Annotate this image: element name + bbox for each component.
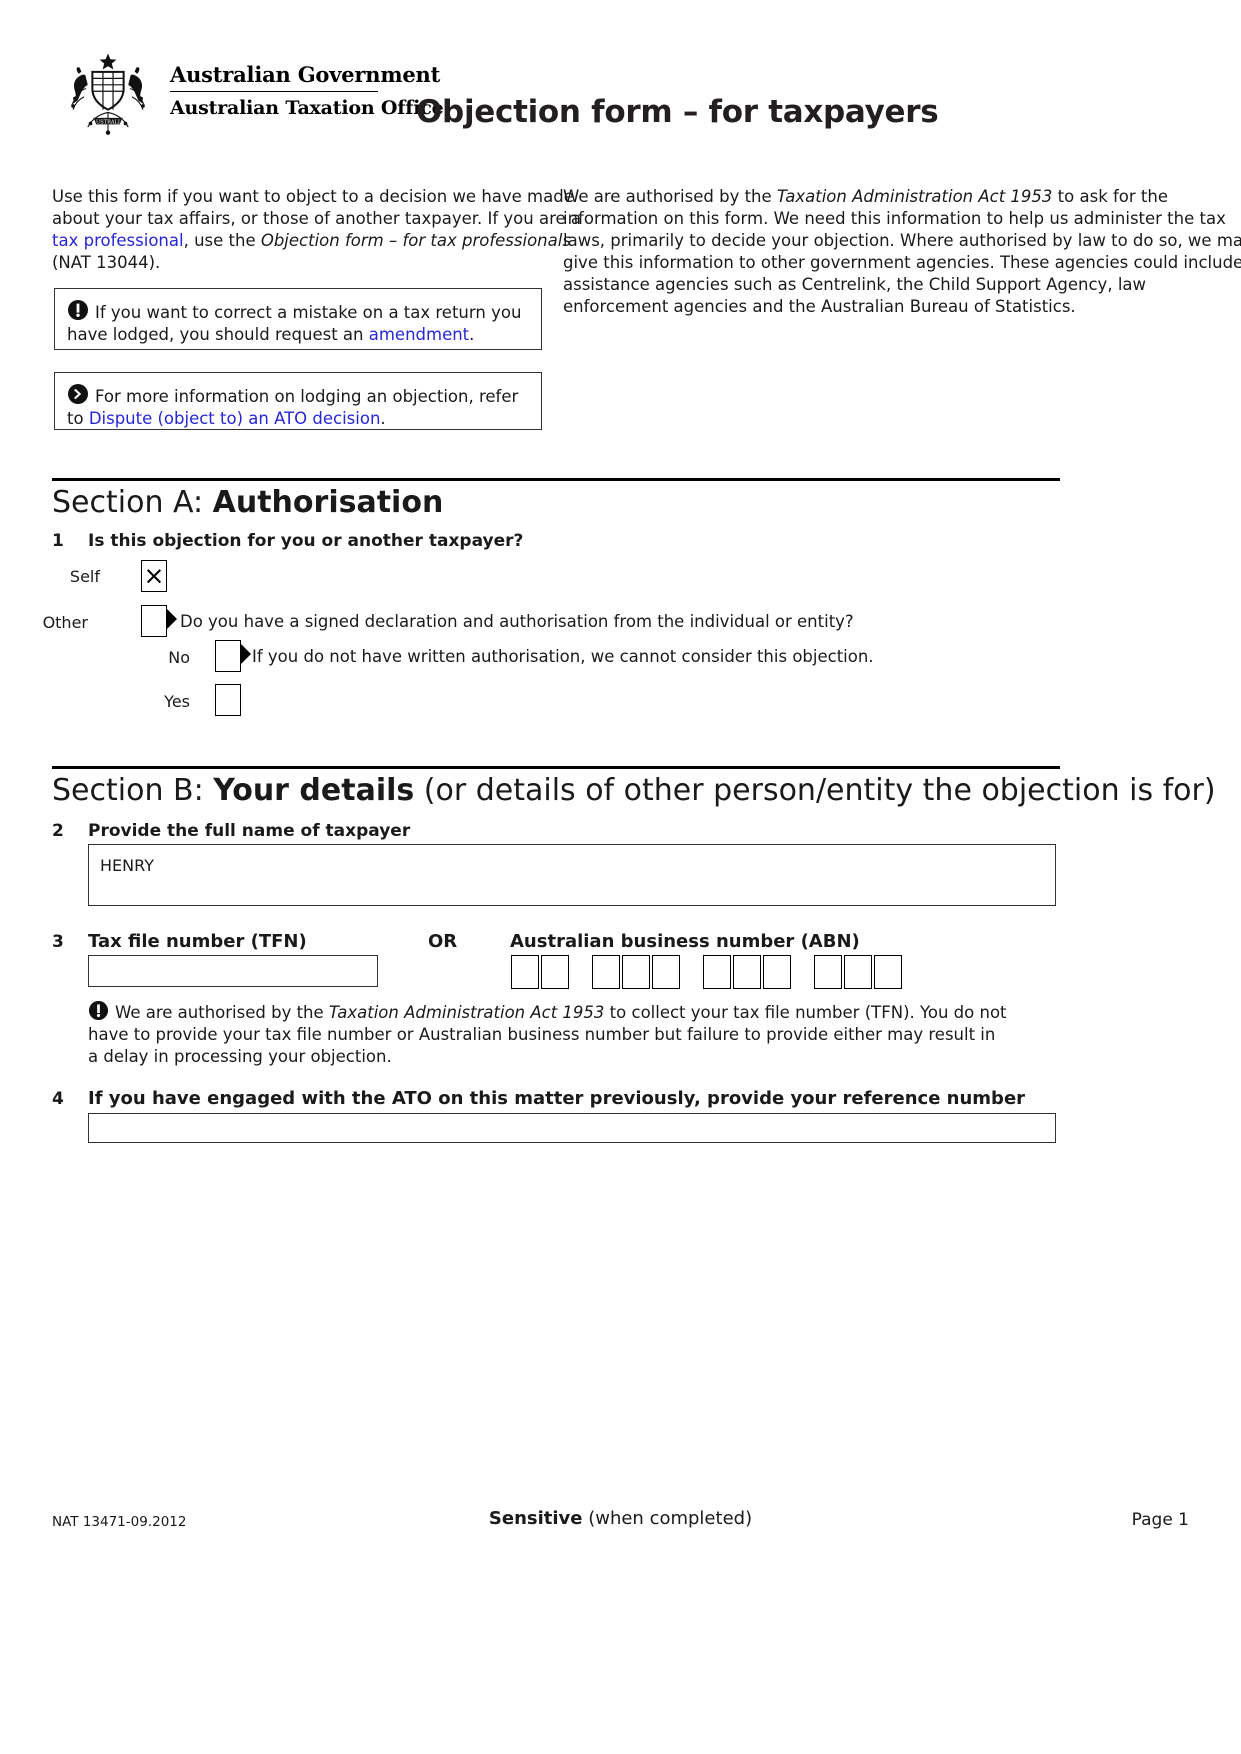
yes-checkbox[interactable] [215,684,241,716]
question-4-text: If you have engaged with the ATO on this… [88,1088,1026,1109]
section-b-rule [52,766,1060,769]
intro-right-column: We are authorised by the Taxation Admini… [563,186,1241,318]
no-option-label: No [168,648,190,667]
no-option-note: If you do not have written authorisation… [252,647,874,666]
abn-char-box[interactable] [622,955,650,989]
other-checkbox[interactable] [141,605,167,637]
abn-char-box[interactable] [511,955,539,989]
no-arrow-icon [240,643,251,665]
dispute-callout: For more information on lodging an objec… [54,372,542,430]
section-b-subtitle: (or details of other person/entity the o… [414,773,1216,808]
self-checkbox[interactable]: × [141,560,167,592]
government-wordmark: Australian Government Australian Taxatio… [170,62,444,121]
page-title: Objection form – for taxpayers [416,94,939,130]
sensitive-suffix: (when completed) [582,1508,753,1529]
other-option-label: Other [42,613,88,632]
dispute-callout-text-2: . [380,409,386,428]
abn-char-box[interactable] [541,955,569,989]
abn-char-box[interactable] [844,955,872,989]
question-2-number: 2 [52,821,64,841]
intro-left-text-3: (NAT 13044). [52,253,161,272]
question-2-text: Provide the full name of taxpayer [88,821,411,841]
question-3-number: 3 [52,932,64,952]
section-a-label: Section A: [52,485,213,520]
abn-char-box[interactable] [652,955,680,989]
other-option-note: Do you have a signed declaration and aut… [180,612,854,631]
exclamation-circle-icon [68,300,88,320]
amendment-link[interactable]: amendment [369,325,469,344]
dispute-link[interactable]: Dispute (object to) an ATO decision [89,409,381,428]
sensitive-label: Sensitive [488,1508,583,1529]
australian-government-text: Australian Government [170,62,441,87]
intro-left-text-1: Use this form if you want to object to a… [52,187,582,228]
tfn-label: Tax file number (TFN) [88,931,307,952]
page-footer: NAT 13471-09.2012 Sensitive (when comple… [0,1500,1241,1560]
taxpayer-name-value: HENRY [100,856,154,875]
question-1-text: Is this objection for you or another tax… [88,531,524,551]
privacy-text-2: to ask for the information on this form.… [563,187,1241,316]
question-4-number: 4 [52,1089,64,1109]
or-label: OR [428,931,458,952]
self-option-label: Self [69,567,100,586]
section-b-title: Your details [213,773,415,808]
no-checkbox[interactable] [215,640,241,672]
reference-number-input[interactable] [88,1113,1056,1143]
form-page: AUSTRALIA Australian Government Australi… [0,0,1241,1754]
page-header: AUSTRALIA Australian Government Australi… [0,0,1241,160]
abn-char-box[interactable] [874,955,902,989]
svg-text:AUSTRALIA: AUSTRALIA [91,119,124,125]
amendment-callout-text-2: . [469,325,475,344]
intro-left-italic: Objection form – for tax professionals [260,231,571,250]
tfn-note-italic: Taxation Administration Act 1953 [328,1003,605,1022]
abn-char-box[interactable] [592,955,620,989]
intro-left-text-2: , use the [183,231,261,250]
amendment-callout: If you want to correct a mistake on a ta… [54,288,542,350]
abn-char-box[interactable] [703,955,731,989]
self-checkbox-mark: × [143,561,165,590]
chevron-right-circle-icon [68,384,88,404]
tax-professional-link[interactable]: tax professional [52,231,184,250]
exclamation-circle-icon [88,1000,109,1021]
section-b-label: Section B: [52,773,214,808]
privacy-act-italic: Taxation Administration Act 1953 [776,187,1053,206]
privacy-text-1: We are authorised by the [563,187,777,206]
australian-coat-of-arms-icon: AUSTRALIA [71,53,145,135]
tfn-privacy-note: We are authorised by the Taxation Admini… [88,1000,1008,1068]
australian-taxation-office-text: Australian Taxation Office [170,97,444,119]
abn-char-box[interactable] [814,955,842,989]
other-arrow-icon [166,608,177,630]
yes-option-label: Yes [164,692,190,711]
abn-char-box[interactable] [733,955,761,989]
section-a-rule [52,478,1060,481]
tfn-input[interactable] [88,955,378,987]
page-number: Page 1 [1131,1510,1189,1530]
intro-left-column: Use this form if you want to object to a… [52,186,582,274]
question-1-number: 1 [52,531,64,551]
wordmark-divider [170,91,378,92]
taxpayer-name-input[interactable] [88,844,1056,906]
abn-label: Australian business number (ABN) [510,931,860,952]
section-a-title: Authorisation [212,485,444,520]
section-a-heading: Section A: Authorisation [52,485,443,521]
tfn-note-text-1: We are authorised by the [115,1003,329,1022]
sensitive-notice: Sensitive (when completed) [0,1508,1241,1529]
abn-char-box[interactable] [763,955,791,989]
section-b-heading: Section B: Your details (or details of o… [52,773,1216,809]
